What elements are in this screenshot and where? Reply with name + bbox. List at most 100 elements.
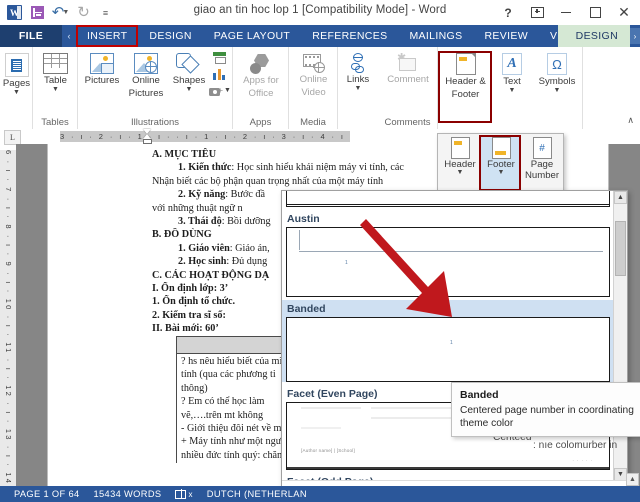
- pages-caret-icon[interactable]: ▼: [13, 89, 20, 96]
- pictures-label: Pictures: [84, 75, 120, 86]
- ribbon-tab-strip: FILE ‹ INSERT DESIGN PAGE LAYOUT REFEREN…: [0, 25, 640, 47]
- chart-icon: [213, 68, 227, 80]
- window-controls: ? ✕: [494, 2, 638, 23]
- tab-review[interactable]: REVIEW: [473, 25, 539, 47]
- smartart-button[interactable]: [212, 52, 228, 64]
- status-bar: PAGE 1 OF 64 15434 WORDS x DUTCH (NETHER…: [0, 486, 640, 502]
- gallery-preview[interactable]: 1: [286, 317, 610, 382]
- screenshot-caret-icon[interactable]: ▼: [224, 87, 231, 94]
- shapes-icon: [176, 53, 202, 74]
- collapse-ribbon-icon[interactable]: ∧: [627, 115, 634, 126]
- text-button[interactable]: A Text ▼: [493, 53, 531, 94]
- tooltip-description: Centered page number in coordinating the…: [460, 405, 634, 429]
- ribbon-display-options-icon[interactable]: [523, 2, 551, 23]
- shapes-caret-icon[interactable]: ▼: [186, 86, 193, 93]
- tab-contextual-design[interactable]: DESIGN: [576, 30, 618, 42]
- ribbon-group-text: A Text ▼: [493, 47, 531, 129]
- text-icon: A: [502, 53, 522, 75]
- pages-icon: [4, 53, 29, 77]
- header-caret-icon[interactable]: ▼: [457, 169, 464, 176]
- gallery-preview: [286, 191, 610, 207]
- gallery-preview[interactable]: 1: [286, 227, 610, 297]
- screenshot-button[interactable]: + ▼: [209, 85, 233, 96]
- tab-mailings[interactable]: MAILINGS: [398, 25, 473, 47]
- tab-scroll-right-icon[interactable]: ›: [630, 28, 640, 44]
- ruler-ticks: 3 · ı · 2 · ı · 1 · ı · · ı · 1 · ı · 2 …: [60, 132, 350, 141]
- online-pictures-icon: [134, 53, 158, 74]
- ribbon-group-pages: Pages ▼: [0, 47, 33, 129]
- online-video-button[interactable]: Online Video: [289, 54, 338, 98]
- header-footer-dropdown[interactable]: Header ▼ Footer ▼ # Page Number Footer ▼: [437, 133, 564, 193]
- close-button[interactable]: ✕: [610, 2, 638, 23]
- apps-for-office-icon: [250, 54, 272, 74]
- tab-references[interactable]: REFERENCES: [301, 25, 398, 47]
- illustrations-group-label: Illustrations: [130, 117, 180, 128]
- gallery-item-banded[interactable]: Banded 1: [282, 300, 614, 382]
- tab-scroll-left-icon[interactable]: ‹: [64, 29, 74, 43]
- gallery-item-austin[interactable]: Austin 1: [282, 210, 614, 297]
- page-number-label-1: Page: [530, 159, 554, 170]
- tables-group-label: Tables: [41, 117, 69, 128]
- scroll-up-icon[interactable]: ▲: [614, 191, 627, 204]
- status-word-count[interactable]: 15434 WORDS: [80, 489, 162, 499]
- help-icon[interactable]: ?: [494, 2, 522, 23]
- online-pictures-label-2: Pictures: [128, 87, 164, 99]
- online-pictures-button[interactable]: Online Pictures: [123, 53, 169, 99]
- table-label: Table: [44, 75, 67, 86]
- smartart-icon: [213, 52, 227, 64]
- gallery-preview-caption: [Author name] | [School]: [301, 448, 355, 453]
- text-caret-icon[interactable]: ▼: [509, 87, 516, 94]
- table-icon: [43, 53, 68, 74]
- gallery-item-truncated[interactable]: [282, 191, 614, 207]
- shapes-label: Shapes: [172, 75, 206, 86]
- footer-caret-icon[interactable]: ▼: [498, 169, 505, 176]
- ribbon-group-links: Links ▼: [338, 47, 378, 129]
- restore-button[interactable]: [581, 2, 609, 23]
- table-caret-icon[interactable]: ▼: [52, 86, 59, 93]
- comment-button[interactable]: ✱ Comment: [378, 53, 438, 86]
- menu-item-header[interactable]: Header ▼: [440, 137, 480, 176]
- tooltip-ghost-fragment-3: : nıe color: [533, 440, 578, 451]
- footer-gallery-dropdown[interactable]: Austin 1 Banded 1 Facet (Even Page) [Aut…: [281, 190, 628, 502]
- status-language[interactable]: DUTCH (NETHERLAN: [193, 489, 307, 499]
- tab-insert[interactable]: INSERT: [76, 25, 139, 47]
- menu-item-page-number[interactable]: # Page Number: [521, 137, 563, 181]
- chart-button[interactable]: [212, 68, 228, 80]
- ribbon-group-illustrations: Pictures Online Pictures Shapes ▼ + ▼ Il…: [78, 47, 233, 129]
- pictures-button[interactable]: Pictures: [80, 53, 124, 87]
- apps-for-office-button[interactable]: Apps for Office: [233, 54, 289, 99]
- gallery-preview-page-number: 1: [450, 340, 453, 346]
- ribbon-group-comments: ✱ Comment Comments: [378, 47, 438, 129]
- shapes-button[interactable]: Shapes ▼: [168, 53, 210, 93]
- links-caret-icon[interactable]: ▼: [355, 85, 362, 92]
- table-button[interactable]: Table ▼: [33, 53, 78, 93]
- document-scroll-up-icon[interactable]: ▲: [626, 473, 639, 486]
- online-video-label-2: Video: [301, 86, 326, 98]
- tab-design[interactable]: DESIGN: [138, 25, 202, 47]
- symbols-button[interactable]: Ω Symbols ▼: [531, 53, 583, 94]
- spelling-check-icon[interactable]: x: [175, 489, 192, 499]
- vertical-ruler-ticks: 6 · ı · 7 · ı · 8 · ı · 9 · ı · 10 · ı ·…: [4, 150, 13, 487]
- online-video-label-1: Online: [299, 74, 328, 85]
- symbols-icon: Ω: [547, 53, 567, 75]
- ribbon-tabs: INSERT DESIGN PAGE LAYOUT REFERENCES MAI…: [76, 25, 589, 47]
- symbols-caret-icon[interactable]: ▼: [554, 87, 561, 94]
- tab-page-layout[interactable]: PAGE LAYOUT: [203, 25, 301, 47]
- status-page-indicator[interactable]: PAGE 1 OF 64: [0, 489, 80, 499]
- comments-group-label: Comments: [384, 117, 431, 128]
- links-button[interactable]: Links ▼: [338, 53, 378, 92]
- tooltip-title: Banded: [460, 389, 499, 401]
- tab-file[interactable]: FILE: [0, 25, 62, 47]
- page-number-icon: #: [532, 137, 552, 159]
- menu-item-footer-front[interactable]: Footer ▼: [481, 137, 521, 176]
- scrollbar-thumb[interactable]: [615, 221, 626, 276]
- tab-stop-selector[interactable]: L: [4, 130, 21, 145]
- gallery-scrollbar[interactable]: ▲ ▼: [613, 191, 627, 481]
- pages-button[interactable]: Pages ▼: [0, 53, 33, 96]
- vertical-ruler[interactable]: 6 · ı · 7 · ı · 8 · ı · 9 · ı · 10 · ı ·…: [0, 150, 16, 487]
- gallery-item-label: Austin: [287, 213, 320, 225]
- gallery-item-label: Banded: [282, 300, 614, 317]
- screenshot-icon: +: [209, 85, 223, 96]
- minimize-button[interactable]: [552, 2, 580, 23]
- comment-icon: ✱: [397, 53, 419, 73]
